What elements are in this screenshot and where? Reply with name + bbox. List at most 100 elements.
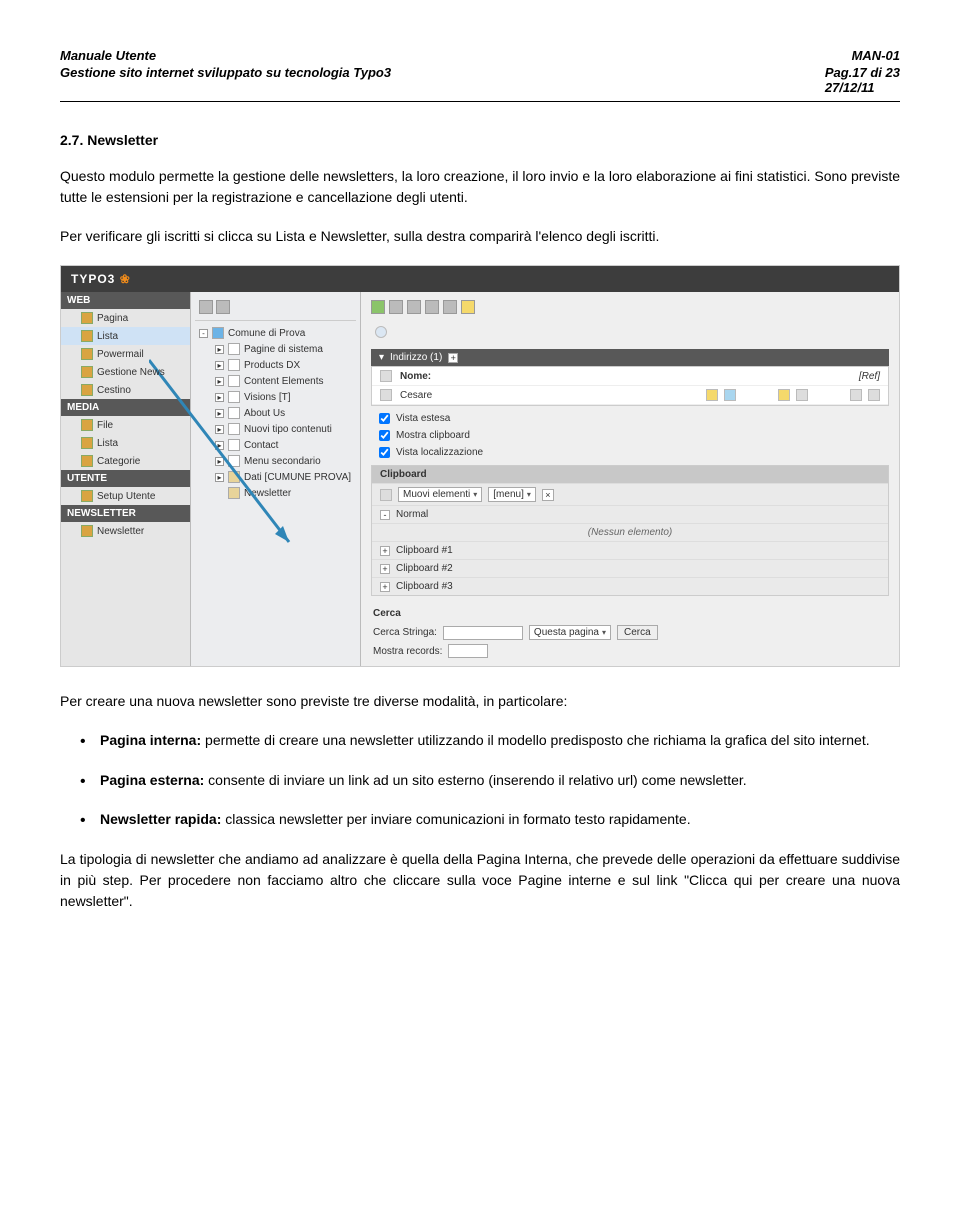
- tree-item[interactable]: ▸Content Elements: [211, 373, 356, 389]
- checkbox-localizzazione[interactable]: [379, 447, 390, 458]
- expand-icon[interactable]: +: [380, 564, 390, 574]
- paragraph-1: Questo modulo permette la gestione delle…: [60, 166, 900, 208]
- nav-item-setup-utente[interactable]: Setup Utente: [61, 487, 190, 505]
- section-heading: 2.7. Newsletter: [60, 132, 900, 148]
- collapse-icon[interactable]: -: [380, 510, 390, 520]
- collapse-icon[interactable]: -: [199, 329, 208, 338]
- chevron-down-icon: ▾: [473, 490, 477, 499]
- expand-icon[interactable]: +: [380, 546, 390, 556]
- tree-item[interactable]: ▸Nuovi tipo contenuti: [211, 421, 356, 437]
- expand-icon[interactable]: +: [380, 582, 390, 592]
- select-menu[interactable]: [menu]▾: [488, 487, 536, 502]
- show-records-input[interactable]: [448, 644, 488, 658]
- module-nav: WEB Pagina Lista Powermail Gestione News…: [61, 292, 191, 666]
- expand-icon[interactable]: ▸: [215, 345, 224, 354]
- tree-item[interactable]: ▸Products DX: [211, 357, 356, 373]
- tree-toolbar: [195, 298, 356, 321]
- expand-icon[interactable]: ▸: [215, 425, 224, 434]
- nav-group-utente[interactable]: UTENTE: [61, 470, 190, 487]
- tree-edit-icon[interactable]: [199, 300, 213, 314]
- nav-item-lista[interactable]: Lista: [61, 327, 190, 345]
- csv-icon[interactable]: [443, 300, 457, 314]
- tree-root[interactable]: -Comune di Prova: [195, 325, 356, 341]
- checkbox-clipboard[interactable]: [379, 430, 390, 441]
- info-icon[interactable]: [724, 389, 736, 401]
- page-icon: [228, 359, 240, 371]
- reload-icon[interactable]: [371, 300, 385, 314]
- content-toolbar: [371, 298, 889, 322]
- clip-normal[interactable]: Normal: [396, 509, 428, 520]
- paragraph-2: Per verificare gli iscritti si clicca su…: [60, 226, 900, 247]
- col-ref-label: [Ref]: [859, 371, 880, 382]
- check-vista-localizzazione[interactable]: Vista localizzazione: [371, 444, 889, 461]
- expand-icon[interactable]: ▸: [215, 377, 224, 386]
- tree-item[interactable]: ▸Dati [CUMUNE PROVA]: [211, 469, 356, 485]
- copy-icon[interactable]: [850, 389, 862, 401]
- tree-item[interactable]: ▸Visions [T]: [211, 389, 356, 405]
- bullet-interna: Pagina interna: permette di creare una n…: [100, 730, 900, 752]
- close-icon[interactable]: ×: [542, 489, 554, 501]
- help-icon[interactable]: [375, 326, 387, 338]
- page-icon: [228, 455, 240, 467]
- tree-item[interactable]: ▸Menu secondario: [211, 453, 356, 469]
- tree-item[interactable]: ▸Contact: [211, 437, 356, 453]
- add-icon[interactable]: +: [448, 353, 458, 363]
- tree-item[interactable]: ▸Pagine di sistema: [211, 341, 356, 357]
- expand-icon[interactable]: ▸: [215, 361, 224, 370]
- check-mostra-clipboard[interactable]: Mostra clipboard: [371, 427, 889, 444]
- plus-icon[interactable]: [389, 300, 403, 314]
- expand-icon[interactable]: ▸: [215, 409, 224, 418]
- nav-item-cestino[interactable]: Cestino: [61, 381, 190, 399]
- globe-icon: [212, 327, 224, 339]
- clip-slot-3[interactable]: Clipboard #3: [396, 581, 453, 592]
- expand-icon[interactable]: ▸: [215, 457, 224, 466]
- show-records-label: Mostra records:: [373, 646, 442, 657]
- tree-item[interactable]: ▸About Us: [211, 405, 356, 421]
- nav-item-powermail[interactable]: Powermail: [61, 345, 190, 363]
- nav-item-pagina[interactable]: Pagina: [61, 309, 190, 327]
- checkbox-vista-estesa[interactable]: [379, 413, 390, 424]
- search-scope-select[interactable]: Questa pagina▾: [529, 625, 611, 640]
- bulb-icon[interactable]: [461, 300, 475, 314]
- cut-icon[interactable]: [868, 389, 880, 401]
- expand-icon[interactable]: ▸: [215, 393, 224, 402]
- typo3-screenshot: TYPO3 ❀ WEB Pagina Lista Powermail Gesti…: [60, 265, 900, 667]
- nav-item-categorie[interactable]: Categorie: [61, 452, 190, 470]
- search-string-label: Cerca Stringa:: [373, 627, 437, 638]
- paragraph-3: Per creare una nuova newsletter sono pre…: [60, 691, 900, 712]
- nav-group-newsletter[interactable]: NEWSLETTER: [61, 505, 190, 522]
- nav-item-media-lista[interactable]: Lista: [61, 434, 190, 452]
- header-rule: [60, 101, 900, 102]
- list-icon: [81, 437, 93, 449]
- nav-group-media[interactable]: MEDIA: [61, 399, 190, 416]
- newsletter-icon: [81, 525, 93, 537]
- clip-slot-2[interactable]: Clipboard #2: [396, 563, 453, 574]
- panel-indirizzo-head[interactable]: ▾ Indirizzo (1) +: [371, 349, 889, 366]
- tree-filter-icon[interactable]: [216, 300, 230, 314]
- page-icon: [228, 375, 240, 387]
- export-icon[interactable]: [425, 300, 439, 314]
- clip-slot-1[interactable]: Clipboard #1: [396, 545, 453, 556]
- expand-icon[interactable]: ▸: [215, 473, 224, 482]
- nav-item-file[interactable]: File: [61, 416, 190, 434]
- hide-icon[interactable]: [778, 389, 790, 401]
- search-string-input[interactable]: [443, 626, 523, 640]
- chevron-down-icon: ▾: [527, 490, 531, 499]
- page-icon: [228, 407, 240, 419]
- edit-icon[interactable]: [706, 389, 718, 401]
- nav-item-news[interactable]: Gestione News: [61, 363, 190, 381]
- nav-group-web[interactable]: WEB: [61, 292, 190, 309]
- page-icon: [228, 423, 240, 435]
- panel-indirizzo: Nome: [Ref] Cesare: [371, 366, 889, 406]
- nav-item-newsletter[interactable]: Newsletter: [61, 522, 190, 540]
- tree-item-newsletter[interactable]: Newsletter: [211, 485, 356, 501]
- view-icon[interactable]: [407, 300, 421, 314]
- select-muovi[interactable]: Muovi elementi▾: [398, 487, 482, 502]
- record-icon[interactable]: [380, 370, 392, 382]
- delete-icon[interactable]: [796, 389, 808, 401]
- trash-icon: [81, 384, 93, 396]
- check-vista-estesa[interactable]: Vista estesa: [371, 410, 889, 427]
- row-name[interactable]: Cesare: [400, 390, 432, 401]
- search-button[interactable]: Cerca: [617, 625, 658, 640]
- expand-icon[interactable]: ▸: [215, 441, 224, 450]
